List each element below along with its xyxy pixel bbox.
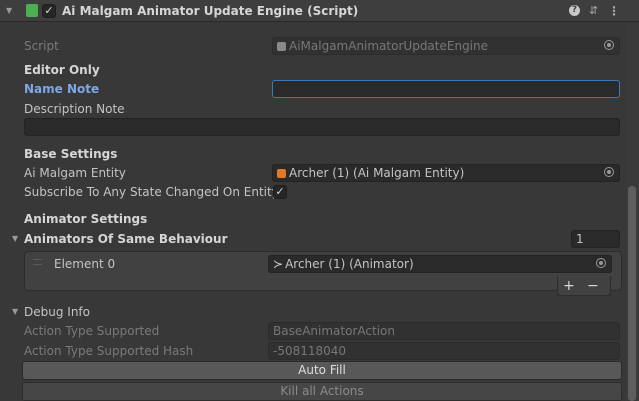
component-header[interactable]: ▼ ✓ Ai Malgam Animator Update Engine (Sc… <box>0 0 639 22</box>
entity-value: Archer (1) (Ai Malgam Entity) <box>289 166 465 180</box>
animator-settings-heading: Animator Settings <box>24 212 148 226</box>
ai-malgam-entity-field[interactable]: Archer (1) (Ai Malgam Entity) <box>272 164 620 182</box>
foldout-triangle-icon[interactable]: ▼ <box>12 303 18 321</box>
auto-fill-button[interactable]: Auto Fill <box>22 361 622 380</box>
object-picker-icon <box>604 40 614 50</box>
name-note-label: Name Note <box>24 82 100 96</box>
component-enabled-checkbox[interactable]: ✓ <box>42 4 56 18</box>
object-picker-icon[interactable] <box>596 258 606 268</box>
kill-all-actions-button[interactable]: Kill all Actions <box>22 382 622 401</box>
foldout-triangle-icon[interactable]: ▼ <box>12 230 18 248</box>
list-size-input[interactable]: 1 <box>571 230 620 248</box>
subscribe-checkbox[interactable]: ✓ <box>273 185 287 199</box>
script-icon <box>26 4 38 17</box>
animator-icon: ≻ <box>273 257 284 271</box>
entity-icon <box>277 169 286 178</box>
action-type-label: Action Type Supported <box>24 324 160 338</box>
subscribe-label: Subscribe To Any State Changed On Entity <box>24 185 279 199</box>
script-label: Script <box>24 39 59 53</box>
action-type-hash-label: Action Type Supported Hash <box>24 344 194 358</box>
element-0-value: Archer (1) (Animator) <box>285 257 414 271</box>
drag-handle-icon[interactable] <box>33 259 42 265</box>
ai-malgam-entity-label: Ai Malgam Entity <box>24 166 126 180</box>
help-icon[interactable]: ? <box>569 5 580 16</box>
scrollbar-thumb[interactable] <box>628 186 636 401</box>
description-note-label: Description Note <box>24 102 125 116</box>
element-0-field[interactable]: ≻ Archer (1) (Animator) <box>268 255 612 273</box>
foldout-triangle-icon[interactable]: ▼ <box>6 2 12 20</box>
script-field: AiMalgamAnimatorUpdateEngine <box>272 37 620 55</box>
add-element-button[interactable]: + <box>563 277 575 295</box>
preset-icon[interactable]: ⇵ <box>589 2 598 20</box>
editor-only-heading: Editor Only <box>24 63 100 77</box>
kebab-menu-icon[interactable]: ⋮ <box>608 2 620 20</box>
object-picker-icon[interactable] <box>604 167 614 177</box>
element-0-label: Element 0 <box>54 257 116 271</box>
component-title: Ai Malgam Animator Update Engine (Script… <box>62 4 359 18</box>
remove-element-button[interactable]: − <box>587 277 599 295</box>
action-type-field: BaseAnimatorAction <box>268 322 620 340</box>
description-note-input[interactable] <box>24 118 620 136</box>
base-settings-heading: Base Settings <box>24 147 118 161</box>
script-value: AiMalgamAnimatorUpdateEngine <box>289 39 489 53</box>
debug-info-foldout[interactable]: Debug Info <box>24 303 90 321</box>
action-type-hash-field: -508118040 <box>268 342 620 360</box>
script-file-icon <box>277 42 286 51</box>
name-note-input[interactable] <box>272 80 620 98</box>
animators-list-label[interactable]: Animators Of Same Behaviour <box>24 230 228 248</box>
